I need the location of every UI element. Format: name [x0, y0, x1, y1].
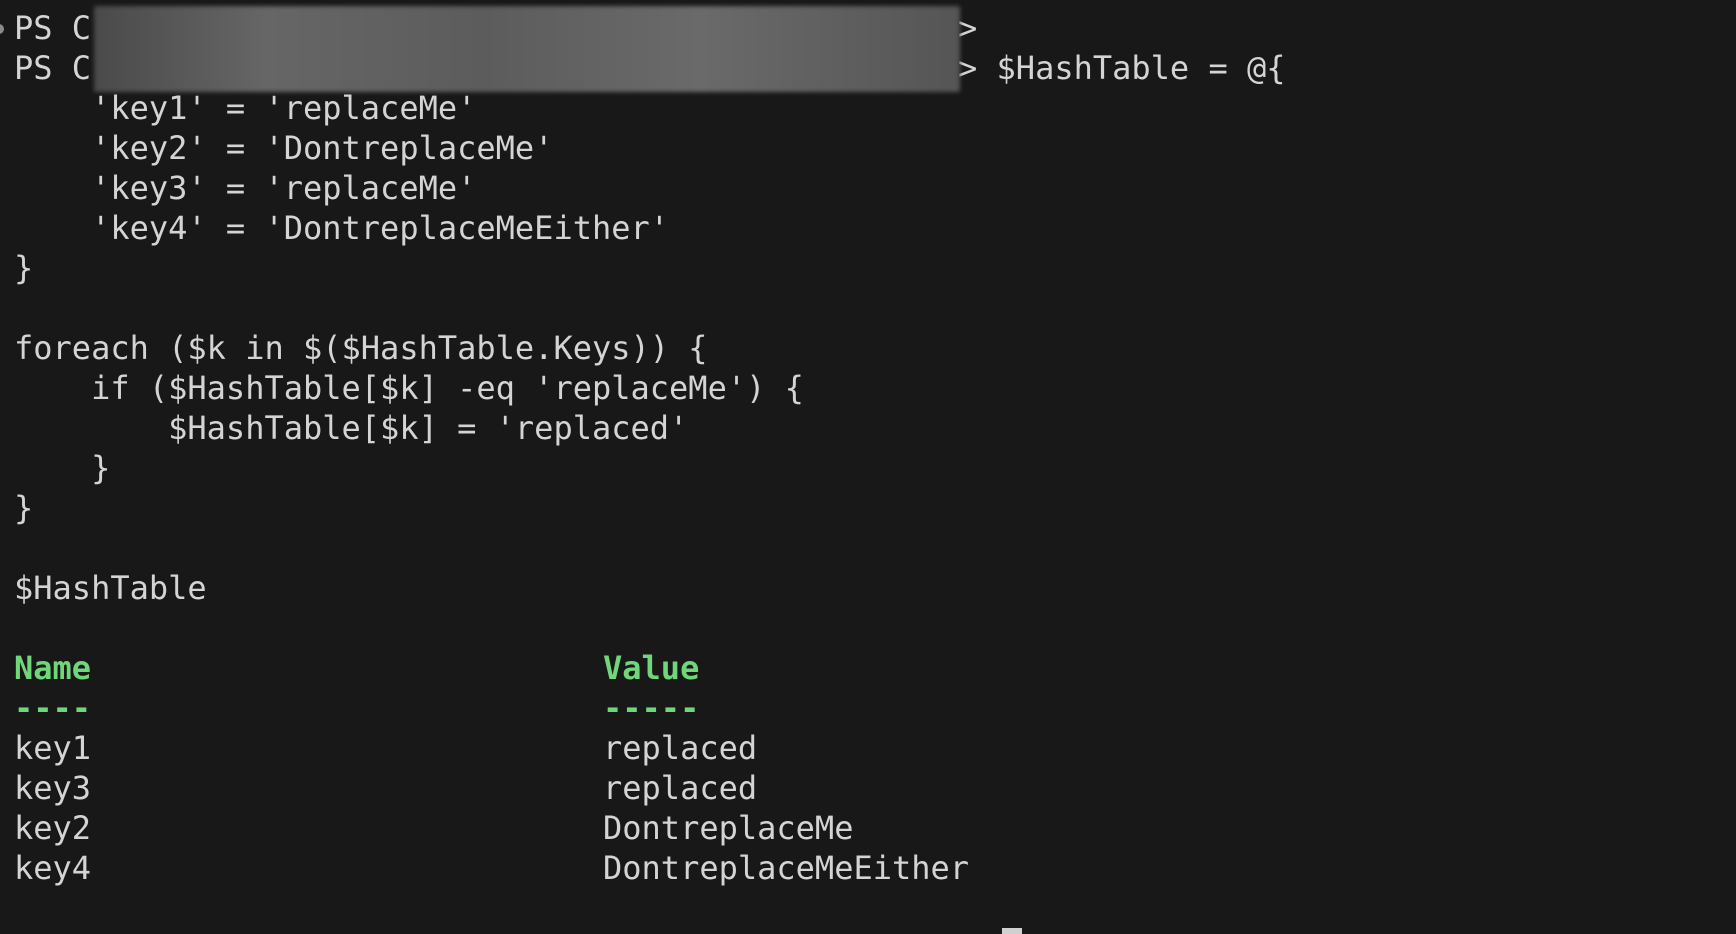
code-line: }: [14, 449, 111, 487]
table-cell-name: key1: [14, 729, 92, 767]
table-cell-name: key4: [14, 849, 92, 887]
table-cell-value: replaced: [603, 769, 758, 807]
table-header-underline-name: ----: [14, 689, 92, 727]
table-cell-value: DontreplaceMeEither: [603, 849, 970, 887]
code-line: if ($HashTable[$k] -eq 'replaceMe') {: [14, 369, 804, 407]
table-header-underline-value: -----: [603, 689, 700, 727]
text-cursor: [1002, 928, 1022, 934]
code-line: }: [14, 249, 34, 287]
command-decoration-icon[interactable]: [0, 24, 4, 34]
table-cell-value: replaced: [603, 729, 758, 767]
table-cell-name: key2: [14, 809, 92, 847]
code-line: 'key2' = 'DontreplaceMe': [14, 129, 554, 167]
redacted-path: [94, 6, 960, 92]
code-line: foreach ($k in $($HashTable.Keys)) {: [14, 329, 708, 367]
table-header-name: Name: [14, 649, 92, 687]
prompt-line-end: >: [958, 9, 978, 47]
code-line: }: [14, 489, 34, 527]
terminal-window[interactable]: PS C > PS C > $HashTable = @{ 'key1' = '…: [0, 0, 1736, 934]
code-line: 'key1' = 'replaceMe': [14, 89, 477, 127]
prompt-command-start: > $HashTable = @{: [958, 49, 1286, 87]
code-line: $HashTable[$k] = 'replaced': [14, 409, 689, 447]
code-line: 'key4' = 'DontreplaceMeEither': [14, 209, 670, 247]
prompt-line: PS C: [14, 49, 92, 87]
code-line: $HashTable: [14, 569, 207, 607]
table-cell-name: key3: [14, 769, 92, 807]
table-cell-value: DontreplaceMe: [603, 809, 854, 847]
table-header-value: Value: [603, 649, 700, 687]
code-line: 'key3' = 'replaceMe': [14, 169, 477, 207]
prompt-line: PS C: [14, 9, 92, 47]
